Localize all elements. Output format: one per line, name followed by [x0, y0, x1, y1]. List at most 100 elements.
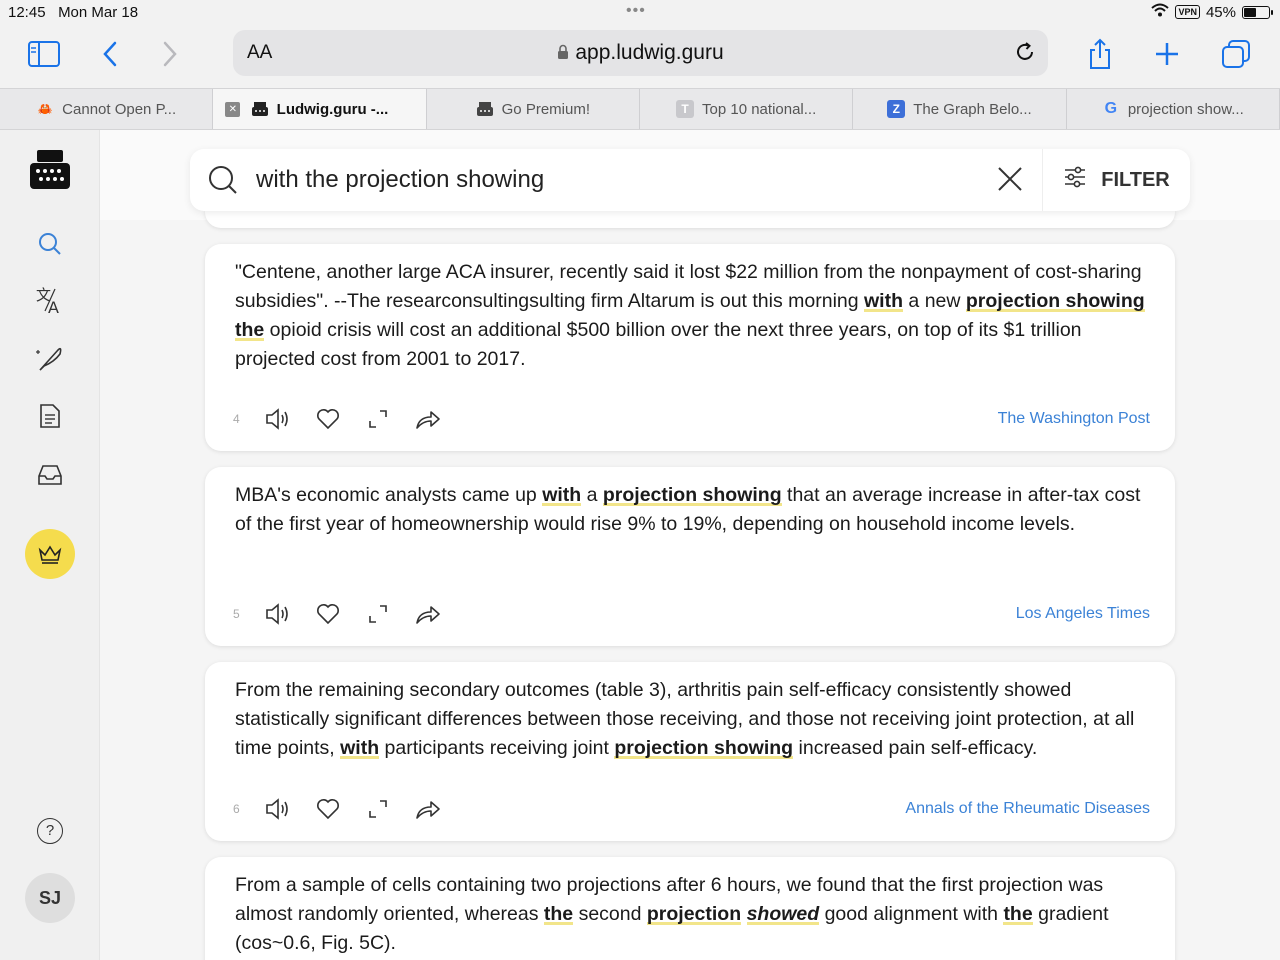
speaker-icon[interactable] — [265, 406, 291, 432]
highlighted-term: with — [542, 484, 582, 506]
typewriter-icon — [476, 100, 494, 118]
tab-label: projection show... — [1127, 100, 1244, 118]
lock-icon — [557, 42, 569, 66]
speaker-icon[interactable] — [265, 796, 291, 822]
tab-label: Top 10 national... — [702, 100, 817, 118]
filter-sliders-icon — [1063, 166, 1087, 194]
sentence-text: a new — [903, 290, 966, 312]
browser-toolbar: AA app.ludwig.guru — [0, 26, 1280, 88]
sentence-text: good alignment with — [819, 903, 1004, 925]
google-icon: G — [1104, 100, 1118, 117]
heart-icon[interactable] — [315, 796, 341, 822]
tab-top-10[interactable]: T Top 10 national... — [640, 89, 854, 129]
wifi-icon — [1151, 3, 1170, 21]
card-actions: 5 — [233, 601, 441, 627]
url-display[interactable]: app.ludwig.guru — [233, 41, 1048, 66]
document-icon[interactable] — [30, 396, 70, 436]
card-actions: 6 — [233, 796, 441, 822]
speaker-icon[interactable] — [265, 601, 291, 627]
filter-button[interactable]: FILTER — [1042, 149, 1190, 211]
battery-icon — [1242, 5, 1273, 19]
source-link[interactable]: Annals of the Rheumatic Diseases — [905, 800, 1150, 818]
app-sidebar: 文A ? SJ — [0, 130, 100, 960]
previous-card-edge — [205, 210, 1175, 228]
status-bar: 12:45 Mon Mar 18 ••• VPN 45% — [0, 0, 1280, 26]
source-link[interactable]: The Washington Post — [998, 410, 1150, 428]
multitasking-dots-icon[interactable]: ••• — [626, 2, 646, 20]
tab-label: Ludwig.guru -... — [276, 100, 389, 118]
search-icon — [208, 165, 238, 200]
back-icon[interactable] — [90, 34, 130, 74]
highlighted-term: the — [543, 903, 574, 925]
help-icon[interactable]: ? — [37, 818, 63, 844]
sentence-text: increased pain self-efficacy. — [793, 737, 1038, 759]
z-icon: Z — [887, 100, 906, 118]
t-icon: T — [676, 100, 695, 118]
tab-bar: 🦀 Cannot Open P... ✕ Ludwig.guru -... Go… — [0, 88, 1280, 130]
tab-graph[interactable]: Z The Graph Belo... — [853, 89, 1067, 129]
highlighted-term: projection showing — [602, 484, 782, 506]
address-bar[interactable]: AA app.ludwig.guru — [233, 30, 1048, 76]
quill-icon[interactable] — [30, 338, 70, 378]
result-card: "Centene, another large ACA insurer, rec… — [205, 244, 1175, 451]
translate-icon[interactable]: 文A — [30, 280, 70, 320]
sentence-text: a — [581, 484, 603, 506]
expand-icon[interactable] — [365, 796, 391, 822]
url-text: app.ludwig.guru — [575, 41, 724, 64]
result-sentence: "Centene, another large ACA insurer, rec… — [235, 258, 1150, 374]
new-tab-icon[interactable] — [1147, 34, 1187, 74]
highlighted-term: the — [1003, 903, 1033, 925]
heart-icon[interactable] — [315, 406, 341, 432]
premium-crown-icon[interactable] — [25, 529, 75, 579]
search-icon[interactable] — [30, 224, 70, 264]
highlighted-term: projection showing — [614, 737, 794, 759]
result-number: 6 — [233, 802, 240, 816]
tab-google[interactable]: G projection show... — [1067, 89, 1280, 129]
reload-icon[interactable] — [1014, 41, 1036, 68]
sentence-text: MBA's economic analysts came up — [235, 484, 543, 506]
typewriter-icon — [251, 100, 269, 118]
tab-label: The Graph Belo... — [913, 100, 1032, 118]
result-number: 5 — [233, 607, 240, 621]
share-icon[interactable] — [1080, 34, 1120, 74]
expand-icon[interactable] — [365, 406, 391, 432]
highlighted-term: showed — [746, 903, 820, 925]
close-tab-icon[interactable]: ✕ — [225, 102, 241, 117]
forward-icon[interactable] — [150, 34, 190, 74]
sentence-text — [741, 903, 746, 925]
result-card: From a sample of cells containing two pr… — [205, 857, 1175, 960]
tab-label: Cannot Open P... — [62, 100, 177, 118]
sentence-text: opioid crisis will cost an additional $5… — [235, 319, 1082, 370]
heart-icon[interactable] — [315, 601, 341, 627]
search-bar[interactable]: with the projection showing FILTER — [190, 149, 1190, 211]
crab-icon: 🦀 — [37, 102, 53, 116]
result-number: 4 — [233, 412, 240, 426]
highlighted-term: projection — [646, 903, 742, 925]
filter-label: FILTER — [1101, 168, 1170, 191]
result-sentence: From a sample of cells containing two pr… — [235, 871, 1150, 958]
status-time: 12:45 Mon Mar 18 — [8, 4, 139, 21]
source-link[interactable]: Los Angeles Times — [1016, 605, 1150, 623]
tab-ludwig[interactable]: ✕ Ludwig.guru -... — [213, 89, 427, 129]
share-arrow-icon[interactable] — [415, 796, 441, 822]
expand-icon[interactable] — [365, 601, 391, 627]
sentence-text: second — [573, 903, 647, 925]
ludwig-logo-icon[interactable] — [28, 148, 72, 192]
vpn-badge: VPN — [1175, 5, 1200, 19]
result-sentence: From the remaining secondary outcomes (t… — [235, 676, 1150, 763]
clear-search-icon[interactable] — [996, 165, 1024, 198]
sentence-text: participants receiving joint — [379, 737, 615, 759]
inbox-icon[interactable] — [30, 455, 70, 495]
search-input[interactable]: with the projection showing — [256, 166, 544, 194]
share-arrow-icon[interactable] — [415, 601, 441, 627]
tab-overview-icon[interactable] — [1216, 34, 1256, 74]
share-arrow-icon[interactable] — [415, 406, 441, 432]
highlighted-term: with — [864, 290, 904, 312]
result-sentence: MBA's economic analysts came up with a p… — [235, 481, 1150, 539]
result-card: From the remaining secondary outcomes (t… — [205, 662, 1175, 841]
avatar[interactable]: SJ — [25, 873, 75, 923]
tab-cannot-open[interactable]: 🦀 Cannot Open P... — [0, 89, 214, 129]
tab-go-premium[interactable]: Go Premium! — [427, 89, 640, 129]
sidebar-toggle-icon[interactable] — [24, 34, 64, 74]
card-actions: 4 — [233, 406, 441, 432]
